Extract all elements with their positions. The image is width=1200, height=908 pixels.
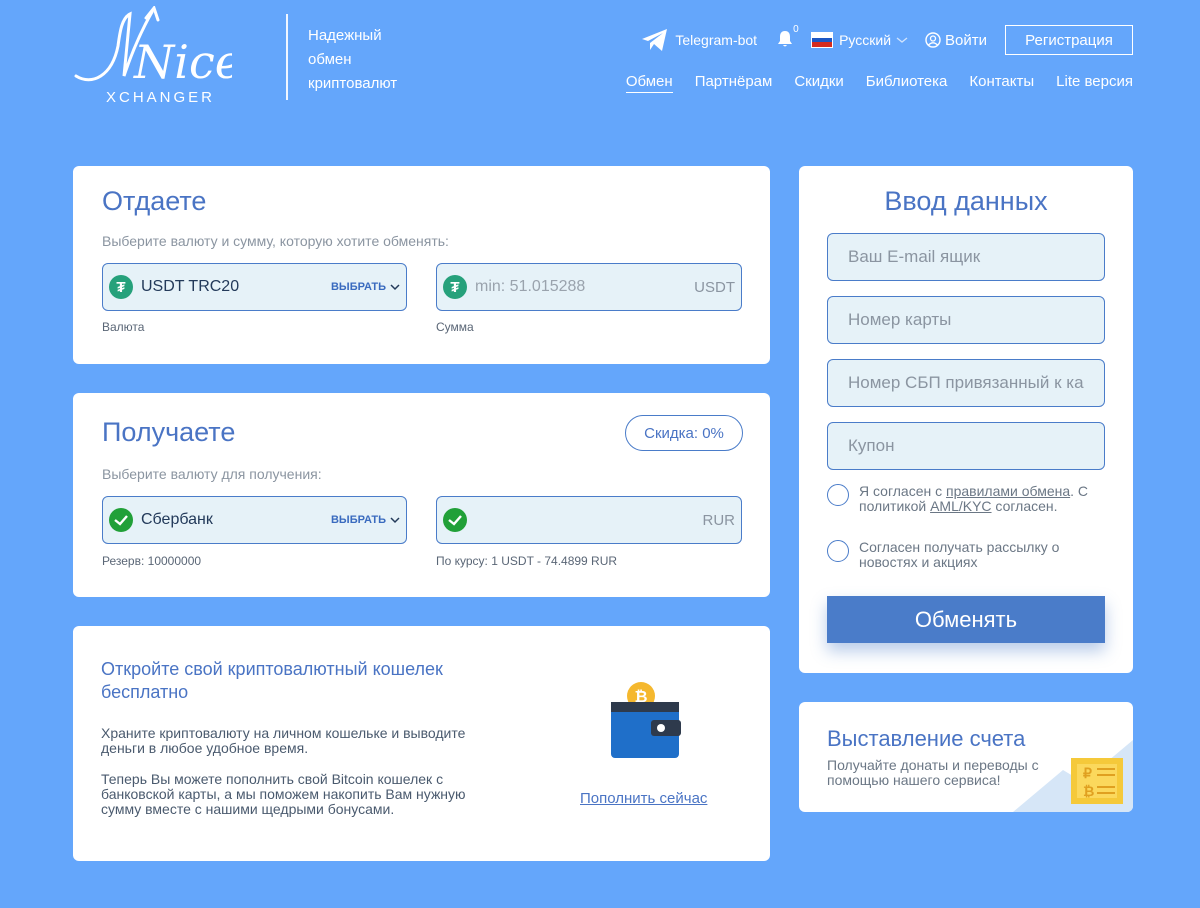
choose-label: ВЫБРАТЬ (330, 281, 386, 293)
logo-subtext: XCHANGER (106, 89, 215, 106)
telegram-icon (642, 29, 668, 51)
amount-caption: Сумма (436, 320, 474, 334)
wallet-icon: ₿ (611, 682, 681, 758)
discount-badge[interactable]: Скидка: 0% (625, 415, 743, 451)
rate-caption: По курсу: 1 USDT - 74.4899 RUR (436, 554, 618, 568)
sbp-number-input[interactable] (828, 360, 1104, 406)
nav-item-lite[interactable]: Lite версия (1056, 73, 1133, 93)
nav-item-exchange[interactable]: Обмен (625, 73, 673, 93)
promo-title: Откройте свой криптовалютный кошелек бес… (101, 659, 443, 702)
currency-caption: Валюта (102, 320, 145, 334)
chevron-down-icon (390, 284, 400, 291)
coupon-field[interactable] (827, 422, 1105, 470)
nav-item-library[interactable]: Библиотека (866, 73, 948, 93)
tagline: Надежный обмен криптовалют (308, 24, 428, 96)
agree-rules-checkbox[interactable]: Я согласен с правилами обмена. С политик… (827, 484, 1105, 514)
newsletter-text: Согласен получать рассылку о новостях и … (859, 539, 1060, 570)
get-choose-button[interactable]: ВЫБРАТЬ (331, 514, 400, 526)
telegram-label: Telegram-bot (675, 32, 758, 48)
aml-kyc-link[interactable]: AML/KYC (930, 498, 991, 514)
invoice-title: Выставление счета (827, 726, 1026, 751)
get-currency-name: Сбербанк (141, 511, 213, 528)
form-title: Ввод данных (884, 186, 1048, 216)
get-amount-input[interactable] (475, 511, 703, 529)
agree-text: согласен. (991, 498, 1058, 514)
sberbank-icon (109, 508, 133, 532)
email-input[interactable] (828, 234, 1104, 280)
nav-item-contacts[interactable]: Контакты (969, 73, 1034, 93)
get-currency-select[interactable]: Сбербанк ВЫБРАТЬ (102, 496, 407, 544)
refill-now-link[interactable]: Пополнить сейчас (580, 790, 707, 807)
main-nav: Обмен Партнёрам Скидки Библиотека Контак… (604, 73, 1133, 93)
bell-icon (778, 31, 793, 47)
card-number-field[interactable] (827, 296, 1105, 344)
notifications-count: 0 (793, 24, 799, 35)
svg-text:₿: ₿ (1083, 783, 1094, 799)
notifications-button[interactable]: 0 (777, 24, 799, 50)
language-label: Русский (839, 32, 892, 48)
chevron-down-icon (896, 37, 908, 43)
user-icon (925, 32, 941, 48)
checkbox-circle[interactable] (827, 484, 849, 506)
nav-item-discounts[interactable]: Скидки (794, 73, 843, 93)
get-card: Получаете Скидка: 0% Выберите валюту для… (73, 393, 770, 597)
nav-item-partners[interactable]: Партнёрам (695, 73, 773, 93)
promo-paragraph: Теперь Вы можете пополнить свой Bitcoin … (101, 771, 466, 817)
logo-text: Nice (133, 35, 232, 89)
get-subtitle: Выберите валюту для получения: (102, 466, 322, 482)
newsletter-checkbox[interactable]: Согласен получать рассылку о новостях и … (827, 540, 1089, 570)
invoice-text: Получайте донаты и переводы с помощью на… (827, 757, 1039, 788)
get-amount-field[interactable]: RUR (436, 496, 742, 544)
login-label: Войти (945, 31, 987, 49)
usdt-icon: ₮ (109, 275, 133, 299)
login-link[interactable]: Войти (925, 32, 987, 49)
get-amount-unit: RUR (702, 511, 736, 529)
language-select[interactable]: Русский (811, 32, 909, 48)
exchange-rules-link[interactable]: правилами обмена (946, 483, 1070, 499)
get-title: Получаете (102, 417, 236, 447)
give-choose-button[interactable]: ВЫБРАТЬ (331, 281, 400, 293)
register-button[interactable]: Регистрация (1005, 25, 1133, 55)
russia-flag-icon (811, 32, 834, 48)
give-currency-name: USDT TRC20 (141, 278, 240, 295)
wallet-promo-card: Откройте свой криптовалютный кошелек бес… (73, 626, 770, 861)
give-card: Отдаете Выберите валюту и сумму, которую… (73, 166, 770, 364)
give-title: Отдаете (102, 186, 207, 216)
promo-paragraph: Храните криптовалюту на личном кошельке … (101, 725, 466, 756)
logo[interactable]: Nice XCHANGER (72, 4, 242, 106)
tagline-line: криптовалют (308, 75, 398, 92)
usdt-icon: ₮ (443, 275, 467, 299)
give-amount-field[interactable]: ₮ USDT (436, 263, 742, 311)
choose-label: ВЫБРАТЬ (330, 514, 386, 526)
give-currency-select[interactable]: ₮ USDT TRC20 ВЫБРАТЬ (102, 263, 407, 311)
telegram-bot-link[interactable]: Telegram-bot (641, 28, 757, 52)
give-subtitle: Выберите валюту и сумму, которую хотите … (102, 233, 449, 249)
svg-text:₽: ₽ (1083, 765, 1092, 781)
coupon-input[interactable] (828, 423, 1104, 469)
sbp-number-field[interactable] (827, 359, 1105, 407)
give-amount-input[interactable] (475, 278, 695, 296)
agree-rules-text: Я согласен с правилами обмена. С политик… (859, 484, 1105, 514)
agree-text: Я согласен с (859, 483, 946, 499)
tagline-line: Надежный (308, 27, 382, 44)
header-divider (286, 14, 288, 100)
chevron-down-icon (390, 517, 400, 524)
exchange-submit-button[interactable]: Обменять (827, 596, 1105, 643)
tagline-line: обмен (308, 51, 352, 68)
email-field[interactable] (827, 233, 1105, 281)
give-amount-unit: USDT (694, 278, 735, 296)
invoice-card[interactable]: ₽ ₿ Выставление счета Получайте донаты и… (799, 702, 1133, 812)
checkbox-circle[interactable] (827, 540, 849, 562)
sberbank-icon (443, 508, 467, 532)
card-number-input[interactable] (828, 297, 1104, 343)
top-links: Telegram-bot 0 Русский Войти Регистрация (641, 24, 1133, 56)
data-entry-card: Ввод данных Я согласен с правилами обмен… (799, 166, 1133, 673)
reserve-caption: Резерв: 10000000 (102, 554, 202, 568)
